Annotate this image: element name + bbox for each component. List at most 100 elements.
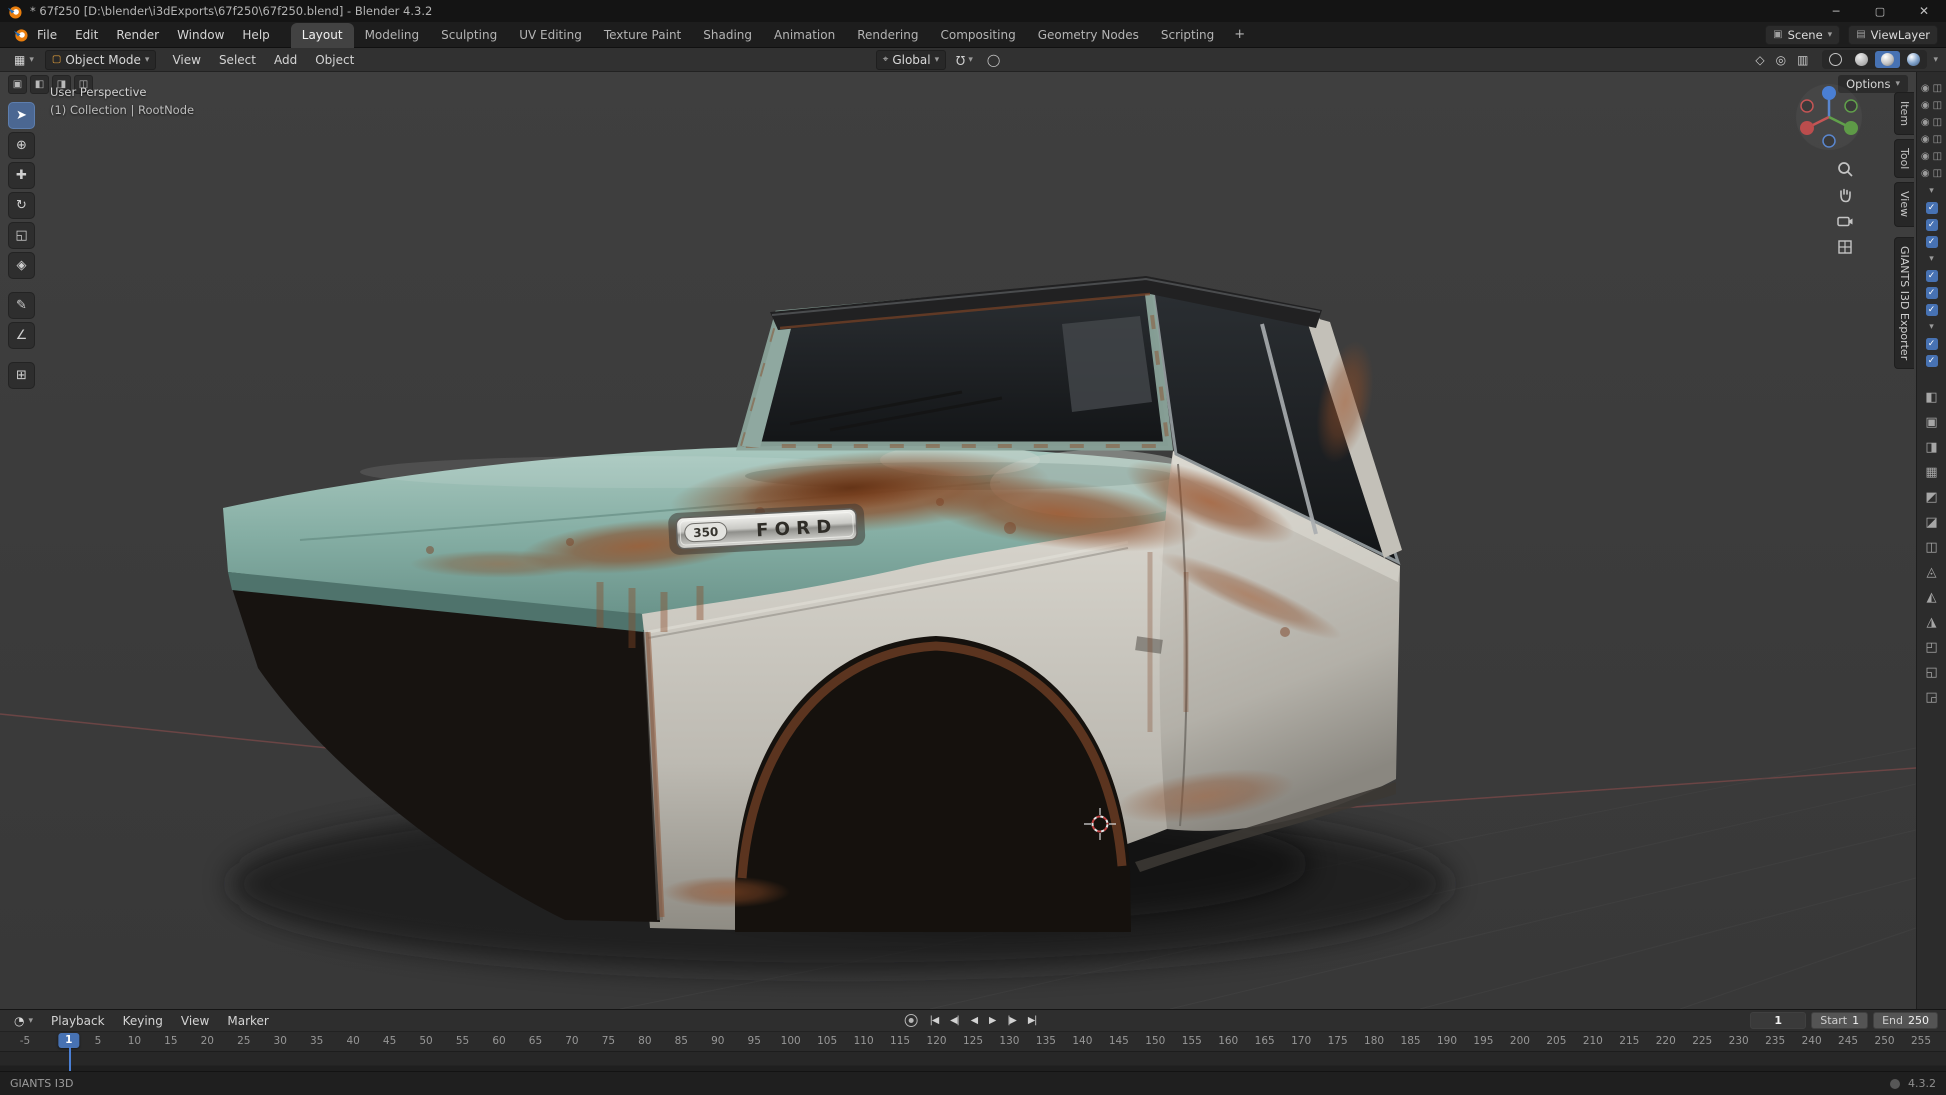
select-mode-select-extend[interactable]: ◧ [30, 75, 49, 94]
blender-menu-icon[interactable] [13, 27, 28, 42]
mode-selector[interactable]: ▢ Object Mode ▾ [45, 50, 157, 70]
navigation-gizmo[interactable] [1794, 82, 1864, 152]
eye-icon[interactable]: ◉ [1921, 135, 1930, 145]
screen-icon[interactable]: ◫ [1933, 101, 1942, 111]
sidebar-tab[interactable]: Item [1894, 92, 1914, 135]
scene-tab-icon[interactable]: ◩ [1921, 487, 1943, 508]
axis-y-neg-handle[interactable] [1845, 100, 1857, 112]
workspace-tab[interactable]: Scripting [1150, 23, 1225, 48]
shading-mode-solid[interactable] [1849, 51, 1874, 68]
sidebar-tab[interactable]: Tool [1894, 139, 1914, 178]
snap-toggle[interactable]: Ω ▾ [952, 51, 977, 69]
tool-tab-icon[interactable]: ◧ [1921, 387, 1943, 408]
workspace-tab[interactable]: Rendering [846, 23, 929, 48]
axis-x-handle[interactable] [1800, 121, 1814, 135]
shading-mode-rendered[interactable] [1901, 51, 1926, 68]
world-tab-icon[interactable]: ◪ [1921, 512, 1943, 533]
viewport-menu-item[interactable]: Select [210, 50, 265, 70]
menu-item[interactable]: File [28, 25, 66, 45]
playback-button-play-reverse[interactable]: ◀ [966, 1013, 982, 1028]
checkbox-checked[interactable]: ✓ [1926, 219, 1938, 231]
editor-type-button[interactable]: ▦ ▾ [8, 51, 40, 69]
frame-ruler[interactable]: -551015202530354045505560657075808590951… [25, 1032, 1921, 1051]
header-toggle-toggle-xray[interactable]: ▥ [1793, 51, 1812, 69]
playback-button-jump-to-start[interactable]: |◀ [925, 1013, 944, 1028]
playback-button-play[interactable]: ▶ [984, 1013, 1000, 1028]
toggle[interactable]: ◇◎▥ [1747, 49, 1816, 71]
viewport-menu-item[interactable]: Object [306, 50, 363, 70]
menu-item[interactable]: Help [233, 25, 278, 45]
screen-icon[interactable]: ◫ [1933, 152, 1942, 162]
timeline-menu-item[interactable]: View [172, 1011, 218, 1031]
axis-z-neg-handle[interactable] [1823, 135, 1835, 147]
menu-item[interactable]: Window [168, 25, 233, 45]
pan-hand-icon[interactable] [1836, 186, 1854, 204]
current-frame-field[interactable]: 1 [1750, 1012, 1806, 1029]
maximize-button[interactable]: ▢ [1858, 0, 1902, 22]
eye-icon[interactable]: ◉ [1921, 84, 1930, 94]
axis-x-neg-handle[interactable] [1801, 100, 1813, 112]
screen-icon[interactable]: ◫ [1933, 135, 1942, 145]
frame-end-field[interactable]: End 250 [1873, 1012, 1938, 1029]
screen-icon[interactable]: ◫ [1933, 118, 1942, 128]
output-tab-icon[interactable]: ◨ [1921, 437, 1943, 458]
sidebar-tab-giants-i3d-exporter[interactable]: GIANTS I3D Exporter [1894, 237, 1914, 369]
screen-icon[interactable]: ◫ [1933, 84, 1942, 94]
workspace-tab[interactable]: Geometry Nodes [1027, 23, 1150, 48]
timeline-body[interactable]: -551015202530354045505560657075808590951… [0, 1032, 1946, 1071]
proportional-editing-toggle[interactable]: ◯ [983, 51, 1004, 69]
viewport-canvas[interactable]: 350 F O R D [0, 72, 1916, 1009]
workspace-tab[interactable]: Modeling [354, 23, 431, 48]
object-tab-icon[interactable]: ◫ [1921, 537, 1943, 558]
timeline-menu-item[interactable]: Marker [218, 1011, 277, 1031]
header-toggle-show-gizmos[interactable]: ◇ [1751, 51, 1768, 69]
axis-z-handle[interactable] [1822, 86, 1836, 100]
shading-mode-wireframe[interactable] [1823, 51, 1848, 68]
timeline-menu-item[interactable]: Playback [42, 1011, 114, 1031]
chevron-down-icon[interactable]: ▾ [1929, 253, 1934, 265]
chevron-down-icon[interactable]: ▾ [1929, 321, 1934, 333]
add-workspace-button[interactable]: + [1225, 27, 1254, 42]
workspace-tab[interactable]: Animation [763, 23, 846, 48]
viewport-menu-item[interactable]: View [163, 50, 209, 70]
workspace-tab[interactable]: Layout [291, 23, 354, 48]
view-layer-selector[interactable]: ▤ ViewLayer [1848, 25, 1938, 45]
checkbox-checked[interactable]: ✓ [1926, 355, 1938, 367]
viewport-menu-item[interactable]: Add [265, 50, 306, 70]
modifiers-tab-icon[interactable]: ◬ [1921, 562, 1943, 583]
tool-measure[interactable]: ∠ [8, 322, 35, 349]
playback-button-jump-to-end[interactable]: ▶| [1023, 1013, 1042, 1028]
workspace-tab[interactable]: Sculpting [430, 23, 508, 48]
tool-scale[interactable]: ◱ [8, 222, 35, 249]
workspace-tab[interactable]: UV Editing [508, 23, 593, 48]
object-data-tab-icon[interactable]: ◱ [1921, 662, 1943, 683]
zoom-icon[interactable] [1836, 160, 1854, 178]
viewport-3d[interactable]: 350 F O R D ▣◧◨◫ Options ▾ [0, 72, 1916, 1009]
eye-icon[interactable]: ◉ [1921, 101, 1930, 111]
playback-button-prev-keyframe[interactable]: ◀| [945, 1013, 964, 1028]
tool-annotate[interactable]: ✎ [8, 292, 35, 319]
material-tab-icon[interactable]: ◲ [1921, 687, 1943, 708]
playhead[interactable] [69, 1047, 71, 1071]
checkbox-checked[interactable]: ✓ [1926, 287, 1938, 299]
tool-rotate[interactable]: ↻ [8, 192, 35, 219]
menu-item[interactable]: Render [107, 25, 168, 45]
workspace-tab[interactable]: Texture Paint [593, 23, 692, 48]
header-toggle-show-overlays[interactable]: ◎ [1772, 51, 1790, 69]
orthographic-grid-icon[interactable] [1836, 238, 1854, 256]
eye-icon[interactable]: ◉ [1921, 169, 1930, 179]
timeline-editor-type-button[interactable]: ◔ ▾ [8, 1012, 39, 1030]
menu-item[interactable]: Edit [66, 25, 107, 45]
checkbox-checked[interactable]: ✓ [1926, 338, 1938, 350]
transform-orientation-selector[interactable]: ⌖ Global ▾ [876, 50, 946, 70]
workspace-tab[interactable]: Shading [692, 23, 763, 48]
workspace-tab[interactable]: Compositing [929, 23, 1026, 48]
playback-button-next-keyframe[interactable]: |▶ [1002, 1013, 1021, 1028]
tool-transform[interactable]: ◈ [8, 252, 35, 279]
axis-y-handle[interactable] [1844, 121, 1858, 135]
render-tab-icon[interactable]: ▣ [1921, 412, 1943, 433]
tool-add-cube[interactable]: ⊞ [8, 362, 35, 389]
tool-tweak-select[interactable]: ➤ [8, 102, 35, 129]
minimize-button[interactable]: ─ [1814, 0, 1858, 22]
checkbox-checked[interactable]: ✓ [1926, 304, 1938, 316]
